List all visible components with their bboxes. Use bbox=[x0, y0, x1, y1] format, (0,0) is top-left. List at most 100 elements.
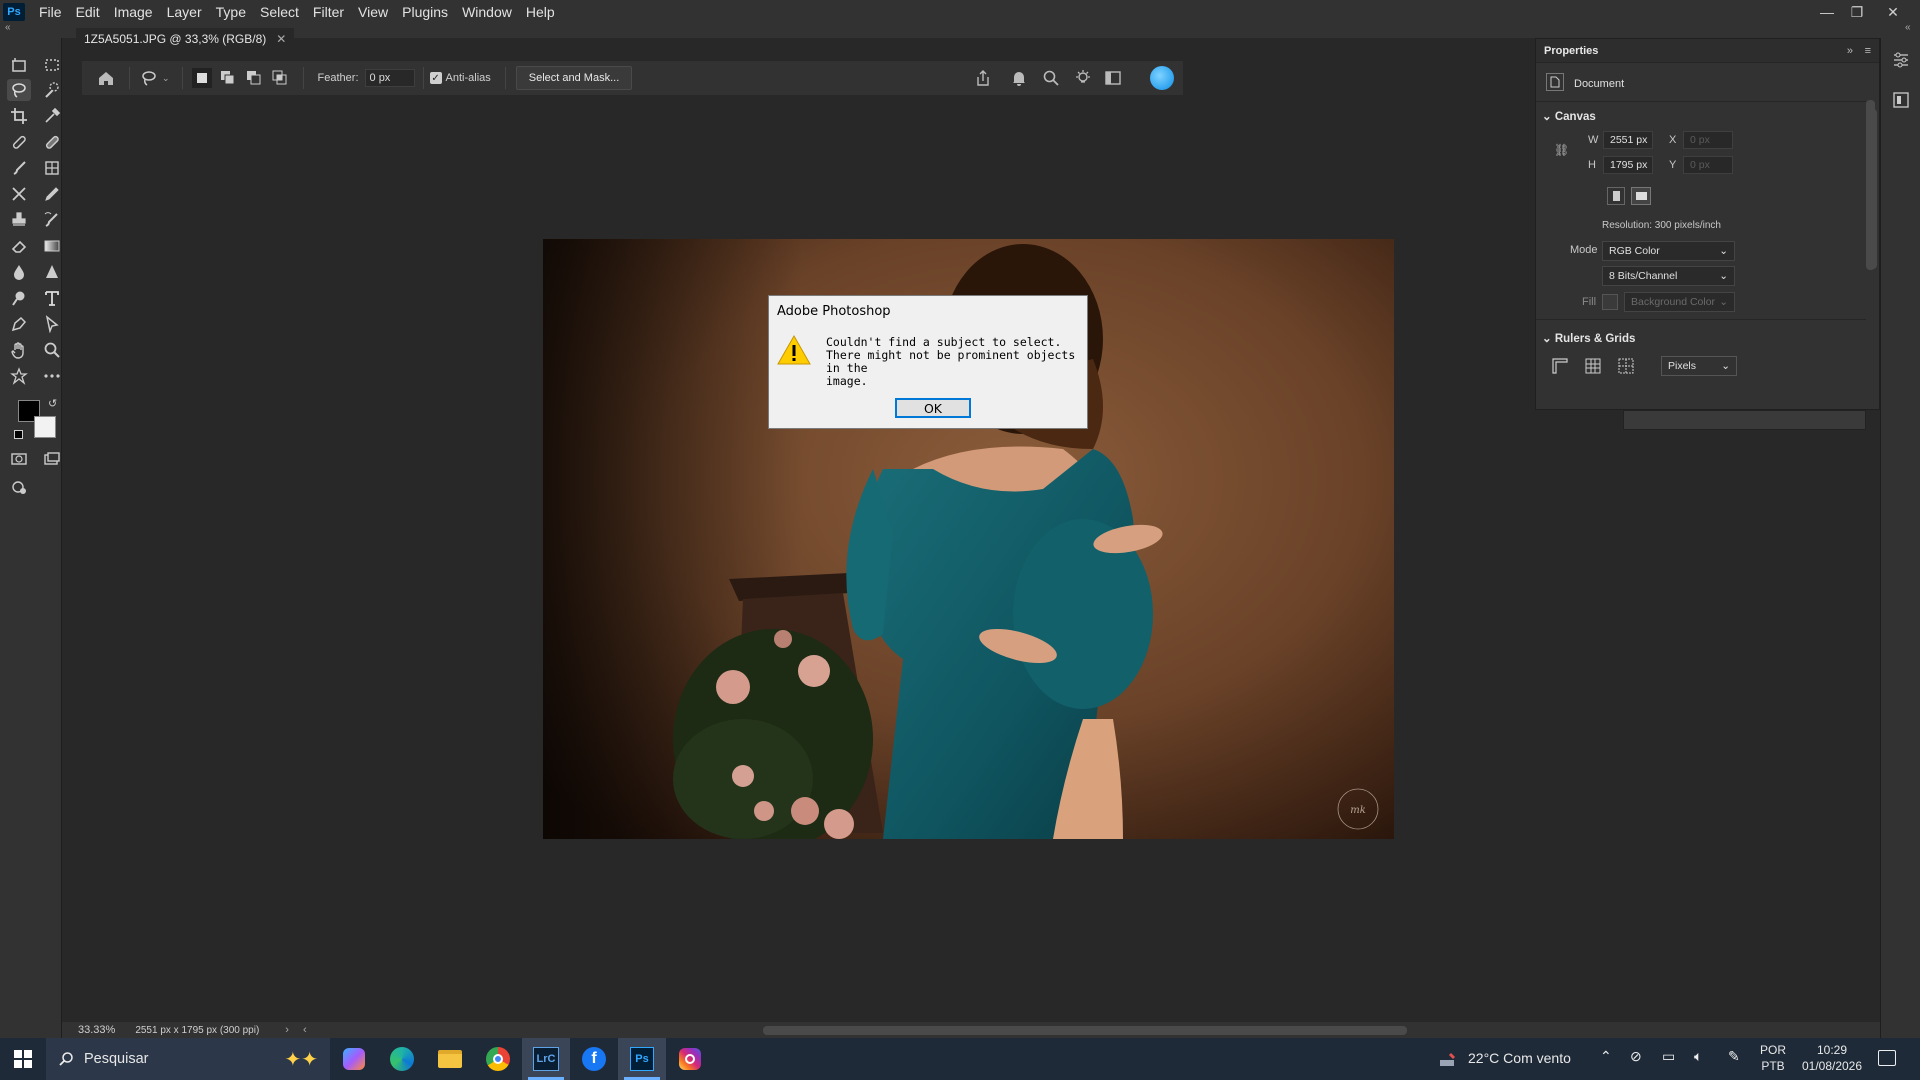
antialias-checkbox[interactable]: ✓ bbox=[429, 72, 442, 84]
libraries-icon[interactable] bbox=[1891, 90, 1911, 115]
eyedropper-tool-icon[interactable] bbox=[40, 105, 64, 127]
guides-icon[interactable] bbox=[1617, 357, 1635, 378]
weather-text[interactable]: 22°C Com vento bbox=[1468, 1050, 1571, 1066]
lasso-tool-icon[interactable] bbox=[7, 79, 31, 101]
facebook-icon[interactable]: f bbox=[570, 1038, 618, 1080]
height-input[interactable]: 1795 px bbox=[1603, 156, 1653, 174]
quick-mask-icon[interactable] bbox=[7, 448, 31, 470]
canvas-section-header[interactable]: ⌄ Canvas bbox=[1542, 109, 1596, 123]
preset-chevron-down-icon[interactable]: ⌄ bbox=[162, 73, 170, 84]
collapse-panel-icon[interactable]: » bbox=[1847, 45, 1853, 57]
intersect-selection-icon[interactable] bbox=[270, 68, 290, 88]
width-input[interactable]: 2551 px bbox=[1603, 131, 1653, 149]
file-explorer-icon[interactable] bbox=[426, 1038, 474, 1080]
network-icon[interactable]: ▭ bbox=[1662, 1048, 1675, 1065]
blur-tool-icon[interactable] bbox=[7, 261, 31, 283]
share-icon[interactable] bbox=[973, 68, 993, 88]
menu-select[interactable]: Select bbox=[253, 4, 306, 20]
link-dimensions-icon[interactable]: ⛓ bbox=[1554, 143, 1569, 157]
horizontal-scrollbar[interactable] bbox=[763, 1026, 1407, 1035]
chrome-icon[interactable] bbox=[474, 1038, 522, 1080]
taskbar-search[interactable]: Pesquisar ✦✦ bbox=[46, 1038, 330, 1080]
hand-tool-icon[interactable] bbox=[7, 339, 31, 361]
volume-icon[interactable]: 🔈︎ bbox=[1694, 1048, 1702, 1065]
mode-select[interactable]: RGB Color ⌄ bbox=[1602, 241, 1735, 261]
new-selection-icon[interactable] bbox=[191, 68, 212, 88]
crop-tool-icon[interactable] bbox=[7, 105, 31, 127]
menu-type[interactable]: Type bbox=[209, 4, 253, 20]
ruler-icon[interactable] bbox=[1551, 357, 1569, 378]
quick-selection-tool-icon[interactable] bbox=[40, 79, 64, 101]
windows-start-button[interactable] bbox=[0, 1038, 46, 1080]
close-tab-icon[interactable]: ✕ bbox=[276, 32, 286, 46]
search-icon[interactable] bbox=[1041, 68, 1061, 88]
show-hidden-icons-chevron-icon[interactable]: ⌃ bbox=[1600, 1048, 1612, 1065]
fill-swatch[interactable] bbox=[1602, 294, 1618, 310]
instagram-icon[interactable] bbox=[666, 1038, 714, 1080]
history-brush-tool-icon[interactable] bbox=[40, 209, 64, 231]
feather-input[interactable] bbox=[364, 69, 415, 87]
type-tool-icon[interactable] bbox=[40, 287, 64, 309]
healing-brush-tool-icon[interactable] bbox=[7, 131, 31, 153]
menu-view[interactable]: View bbox=[351, 4, 395, 20]
restore-button[interactable]: ❐ bbox=[1842, 0, 1872, 24]
add-to-selection-icon[interactable] bbox=[218, 68, 238, 88]
fill-select[interactable]: Background Color ⌄ bbox=[1624, 292, 1735, 312]
user-avatar[interactable] bbox=[1150, 66, 1174, 90]
pen-menu-icon[interactable]: ✎ bbox=[1728, 1048, 1740, 1065]
discover-lightbulb-icon[interactable] bbox=[1073, 68, 1093, 88]
sharpen-tool-icon[interactable] bbox=[40, 261, 64, 283]
search-highlight-sparkle-icon[interactable]: ✦✦ bbox=[284, 1047, 318, 1072]
zoom-tool-icon[interactable] bbox=[40, 339, 64, 361]
marquee-tool-icon[interactable] bbox=[40, 54, 64, 76]
menu-window[interactable]: Window bbox=[455, 4, 519, 20]
dodge-tool-icon[interactable] bbox=[7, 287, 31, 309]
default-colors-icon[interactable] bbox=[14, 430, 23, 439]
swap-colors-icon[interactable]: ↺ bbox=[48, 397, 57, 410]
lasso-preset-icon[interactable] bbox=[139, 68, 159, 88]
collapse-right-icon[interactable]: « bbox=[1905, 22, 1911, 33]
menu-plugins[interactable]: Plugins bbox=[395, 4, 455, 20]
language-indicator[interactable]: POR PTB bbox=[1760, 1042, 1786, 1074]
spot-healing-tool-icon[interactable] bbox=[40, 131, 64, 153]
menu-image[interactable]: Image bbox=[107, 4, 160, 20]
landscape-orientation-icon[interactable] bbox=[1631, 187, 1651, 205]
weather-icon[interactable] bbox=[1436, 1048, 1458, 1070]
lightroom-classic-icon[interactable]: LrC bbox=[522, 1038, 570, 1080]
close-window-button[interactable]: ✕ bbox=[1878, 0, 1908, 24]
notification-center-icon[interactable] bbox=[1878, 1050, 1896, 1066]
copilot-icon[interactable] bbox=[330, 1038, 378, 1080]
grid-icon[interactable] bbox=[1584, 357, 1602, 378]
status-arrow-icon[interactable]: › bbox=[285, 1024, 289, 1036]
workspace-icon[interactable] bbox=[1103, 68, 1123, 88]
photoshop-icon[interactable]: Ps bbox=[618, 1038, 666, 1080]
panel-menu-icon[interactable]: ≡ bbox=[1865, 45, 1871, 57]
clock[interactable]: 10:29 01/08/2026 bbox=[1798, 1042, 1866, 1074]
edge-icon[interactable] bbox=[378, 1038, 426, 1080]
path-selection-tool-icon[interactable] bbox=[40, 313, 64, 335]
zoom-level[interactable]: 33.33% bbox=[78, 1024, 115, 1036]
collapse-left-icon[interactable]: « bbox=[5, 22, 11, 33]
menu-filter[interactable]: Filter bbox=[306, 4, 351, 20]
ok-button[interactable]: OK bbox=[895, 398, 971, 418]
x-input[interactable]: 0 px bbox=[1683, 131, 1733, 149]
notifications-bell-icon[interactable] bbox=[1009, 68, 1029, 88]
menu-file[interactable]: File bbox=[32, 4, 69, 20]
document-tab[interactable]: 1Z5A5051.JPG @ 33,3% (RGB/8) ✕ bbox=[76, 28, 295, 50]
vertical-scrollbar[interactable] bbox=[1866, 100, 1875, 270]
select-and-mask-button[interactable]: Select and Mask... bbox=[515, 66, 633, 90]
bits-select[interactable]: 8 Bits/Channel ⌄ bbox=[1602, 266, 1735, 286]
menu-edit[interactable]: Edit bbox=[69, 4, 107, 20]
edit-toolbar-icon[interactable] bbox=[7, 476, 31, 498]
star-icon[interactable] bbox=[7, 365, 31, 387]
screen-mode-icon[interactable] bbox=[40, 448, 64, 470]
brush-tool-icon[interactable] bbox=[7, 157, 31, 179]
mixer-tool-icon[interactable] bbox=[7, 183, 31, 205]
eraser-tool-icon[interactable] bbox=[7, 235, 31, 257]
portrait-orientation-icon[interactable] bbox=[1607, 187, 1625, 205]
background-color-swatch[interactable] bbox=[34, 416, 56, 438]
artboard-tool-icon[interactable] bbox=[7, 54, 31, 76]
scroll-left-icon[interactable]: ‹ bbox=[303, 1024, 307, 1036]
menu-layer[interactable]: Layer bbox=[160, 4, 209, 20]
camera-off-icon[interactable]: ⊘ bbox=[1630, 1048, 1642, 1065]
